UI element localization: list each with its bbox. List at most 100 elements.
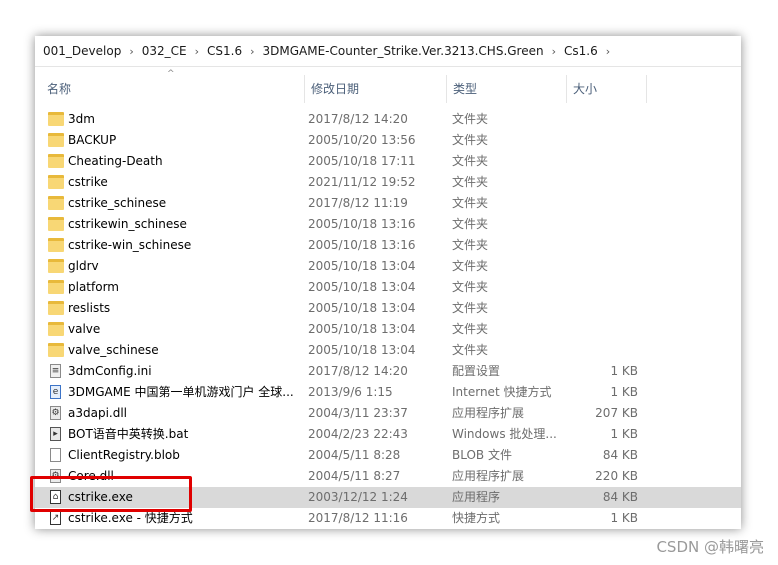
file-name: 3dmConfig.ini	[68, 364, 152, 378]
file-row[interactable]: ≡ 3dmConfig.ini 2017/8/12 14:20 配置设置 1 KB	[35, 361, 741, 382]
file-type: 文件夹	[452, 343, 489, 357]
file-name: cstrikewin_schinese	[68, 217, 187, 231]
shortcut-icon: ↗	[50, 511, 61, 525]
breadcrumb-item-develop[interactable]: 001_Develop	[43, 44, 121, 58]
folder-icon	[48, 238, 64, 252]
watermark: CSDN @韩曙亮	[656, 538, 764, 556]
file-row[interactable]: cstrike_schinese 2017/8/12 11:19 文件夹	[35, 193, 741, 214]
file-name: reslists	[68, 301, 111, 315]
file-date: 2005/10/18 13:04	[308, 343, 416, 357]
column-header-type[interactable]: 类型	[447, 75, 567, 103]
file-type: 文件夹	[452, 238, 489, 252]
file-size: 1 KB	[610, 364, 638, 378]
file-date: 2021/11/12 19:52	[308, 175, 416, 189]
chevron-right-icon[interactable]: ›	[250, 45, 254, 58]
breadcrumb-item-cs16-folder[interactable]: Cs1.6	[564, 44, 598, 58]
breadcrumb-item-cs16[interactable]: CS1.6	[207, 44, 242, 58]
column-header-date[interactable]: 修改日期	[305, 75, 447, 103]
file-date: 2005/10/20 13:56	[308, 133, 416, 147]
file-row[interactable]: BACKUP 2005/10/20 13:56 文件夹	[35, 130, 741, 151]
file-row[interactable]: platform 2005/10/18 13:04 文件夹	[35, 277, 741, 298]
file-size: 220 KB	[595, 469, 638, 483]
file-row[interactable]: cstrike-win_schinese 2005/10/18 13:16 文件夹	[35, 235, 741, 256]
file-row[interactable]: gldrv 2005/10/18 13:04 文件夹	[35, 256, 741, 277]
file-type: 应用程序扩展	[452, 469, 525, 483]
config-file-icon: ≡	[50, 364, 61, 378]
chevron-right-icon[interactable]: ›	[606, 45, 610, 58]
file-type: 快捷方式	[452, 511, 501, 525]
file-date: 2005/10/18 13:04	[308, 280, 416, 294]
file-name: valve_schinese	[68, 343, 159, 357]
file-row[interactable]: cstrike 2021/11/12 19:52 文件夹	[35, 172, 741, 193]
file-date: 2005/10/18 13:04	[308, 322, 416, 336]
file-name: BACKUP	[68, 133, 117, 147]
file-row[interactable]: e 3DMGAME 中国第一单机游戏门户 全球... 2013/9/6 1:15 In…	[35, 382, 741, 403]
folder-icon	[48, 196, 64, 210]
file-type: 文件夹	[452, 133, 489, 147]
file-size: 1 KB	[610, 511, 638, 525]
file-type: 应用程序扩展	[452, 406, 525, 420]
file-name: cstrike	[68, 175, 108, 189]
file-type: 文件夹	[452, 259, 489, 273]
file-type: Windows 批处理...	[452, 427, 557, 441]
breadcrumb-item-ce[interactable]: 032_CE	[142, 44, 187, 58]
file-name: Cheating-Death	[68, 154, 163, 168]
file-size: 84 KB	[602, 490, 638, 504]
file-row[interactable]: 3dm 2017/8/12 14:20 文件夹	[35, 109, 741, 130]
file-date: 2004/3/11 23:37	[308, 406, 408, 420]
file-date: 2004/5/11 8:27	[308, 469, 401, 483]
file-date: 2013/9/6 1:15	[308, 385, 393, 399]
file-date: 2005/10/18 13:04	[308, 301, 416, 315]
column-header-name[interactable]: 名称	[41, 75, 305, 103]
file-row[interactable]: ▸ BOT语音中英转换.bat 2004/2/23 22:43 Windows 批处理…	[35, 424, 741, 445]
folder-icon	[48, 154, 64, 168]
file-type: 文件夹	[452, 322, 489, 336]
file-type: 文件夹	[452, 301, 489, 315]
file-name: cstrike-win_schinese	[68, 238, 192, 252]
file-date: 2017/8/12 14:20	[308, 364, 408, 378]
chevron-right-icon[interactable]: ›	[129, 45, 133, 58]
file-type: 配置设置	[452, 364, 501, 378]
folder-icon	[48, 259, 64, 273]
file-row[interactable]: Cheating-Death 2005/10/18 17:11 文件夹	[35, 151, 741, 172]
file-row[interactable]: ClientRegistry.blob 2004/5/11 8:28 BLOB 文件…	[35, 445, 741, 466]
file-list: 3dm 2017/8/12 14:20 文件夹 BACKUP 2005/10/20 13…	[35, 109, 741, 529]
file-row[interactable]: ⚙ a3dapi.dll 2004/3/11 23:37 应用程序扩展 207 KB	[35, 403, 741, 424]
file-type: 文件夹	[452, 196, 489, 210]
file-date: 2017/8/12 11:16	[308, 511, 408, 525]
file-type: 文件夹	[452, 154, 489, 168]
file-size: 1 KB	[610, 385, 638, 399]
chevron-right-icon[interactable]: ›	[552, 45, 556, 58]
file-date: 2005/10/18 13:16	[308, 238, 416, 252]
folder-icon	[48, 280, 64, 294]
file-name: valve	[68, 322, 101, 336]
file-name: cstrike_schinese	[68, 196, 167, 210]
file-name: platform	[68, 280, 119, 294]
file-row[interactable]: valve_schinese 2005/10/18 13:04 文件夹	[35, 340, 741, 361]
file-type: Internet 快捷方式	[452, 385, 552, 399]
file-explorer-window: 001_Develop › 032_CE › CS1.6 › 3DMGAME-C…	[35, 36, 741, 529]
breadcrumb-item-3dmgame[interactable]: 3DMGAME-Counter_Strike.Ver.3213.CHS.Gree…	[263, 44, 544, 58]
breadcrumb[interactable]: 001_Develop › 032_CE › CS1.6 › 3DMGAME-C…	[35, 36, 741, 67]
folder-icon	[48, 217, 64, 231]
folder-icon	[48, 322, 64, 336]
file-date: 2004/5/11 8:28	[308, 448, 401, 462]
column-header-size[interactable]: 大小	[567, 75, 647, 103]
file-row[interactable]: reslists 2005/10/18 13:04 文件夹	[35, 298, 741, 319]
file-name: gldrv	[68, 259, 99, 273]
file-row[interactable]: valve 2005/10/18 13:04 文件夹	[35, 319, 741, 340]
file-row[interactable]: cstrikewin_schinese 2005/10/18 13:16 文件夹	[35, 214, 741, 235]
file-name: 3DMGAME 中国第一单机游戏门户 全球...	[68, 385, 294, 399]
file-size: 84 KB	[602, 448, 638, 462]
file-type: 文件夹	[452, 280, 489, 294]
file-date: 2005/10/18 13:04	[308, 259, 416, 273]
file-type: BLOB 文件	[452, 448, 512, 462]
file-name: ClientRegistry.blob	[68, 448, 180, 462]
file-type: 应用程序	[452, 490, 501, 504]
file-type: 文件夹	[452, 112, 489, 126]
file-name: a3dapi.dll	[68, 406, 128, 420]
chevron-right-icon[interactable]: ›	[195, 45, 199, 58]
highlight-annotation-box	[30, 476, 192, 512]
file-type: 文件夹	[452, 175, 489, 189]
blank-file-icon	[50, 448, 61, 462]
